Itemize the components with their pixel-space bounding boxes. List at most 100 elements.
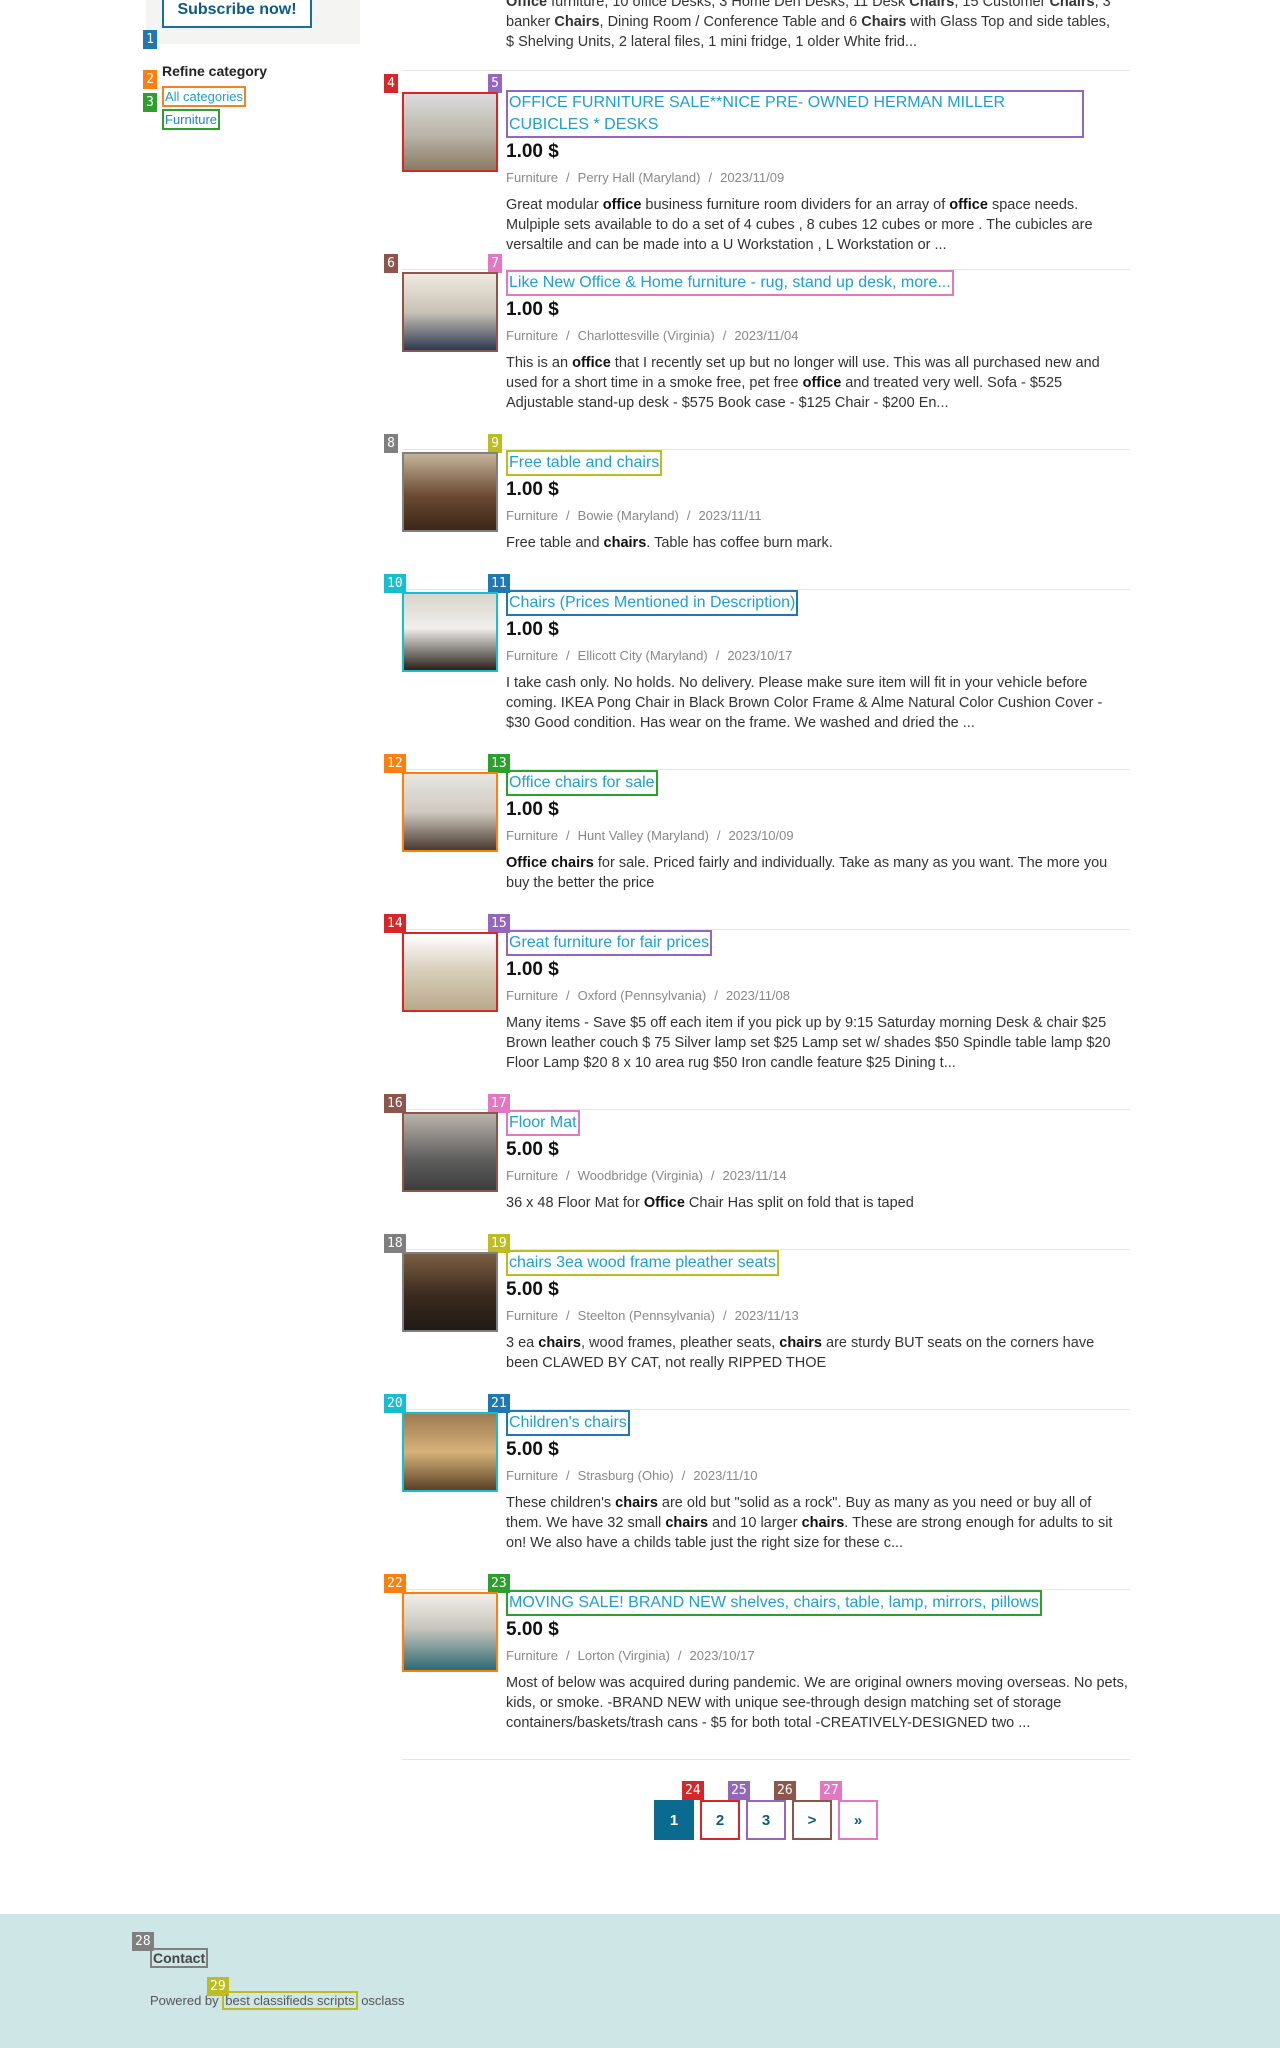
- listing-thumbnail[interactable]: [402, 1112, 498, 1192]
- meta-separator: /: [566, 328, 570, 343]
- listing-thumbnail[interactable]: [402, 772, 498, 852]
- listing-category: Furniture: [506, 648, 559, 663]
- description-text: and 10 larger: [708, 1515, 802, 1531]
- description-text: I take cash only. No holds. No delivery.…: [506, 675, 1103, 731]
- listing-meta: Furniture / Perry Hall (Maryland) / 2023/11/…: [506, 169, 1130, 187]
- listing-date: 2023/10/17: [689, 1648, 755, 1663]
- listing-title-link[interactable]: Floor Mat: [506, 1110, 580, 1136]
- listing-meta: Furniture / Hunt Valley (Maryland) / 2023/10…: [506, 827, 1130, 845]
- marker-badge: 3: [143, 93, 157, 112]
- listing-location: Ellicott City (Maryland): [577, 648, 708, 663]
- next-page-button[interactable]: >: [792, 1800, 832, 1840]
- highlighted-keyword: chairs: [665, 1515, 709, 1531]
- listing-category: Furniture: [506, 1468, 559, 1483]
- listing-date: 2023/10/17: [727, 648, 793, 663]
- listing-price: 1.00 $: [506, 799, 559, 820]
- listing-meta: Furniture / Strasburg (Ohio) / 2023/11/10: [506, 1467, 1130, 1485]
- description-text: 36 x 48 Floor Mat for: [506, 1195, 644, 1211]
- subscribe-button[interactable]: Subscribe now!: [162, 0, 312, 28]
- listing-meta: Furniture / Ellicott City (Maryland) / 2023/…: [506, 647, 1130, 665]
- listing-price: 5.00 $: [506, 1279, 559, 1300]
- all-categories-link[interactable]: All categories: [162, 86, 247, 107]
- marker-badge: 4: [384, 74, 398, 93]
- listing-price: 1.00 $: [506, 299, 559, 320]
- description-text: for sale. Priced fairly and individually…: [506, 855, 1108, 891]
- listing-location: Hunt Valley (Maryland): [577, 828, 709, 843]
- listing-thumbnail[interactable]: [402, 272, 498, 352]
- previous-listing-description: Office furniture, 10 office Desks, 3 Hom…: [506, 0, 1111, 50]
- description-text: Chair Has split on fold that is taped: [684, 1195, 914, 1211]
- listing-thumbnail[interactable]: [402, 452, 498, 532]
- listing-description: 36 x 48 Floor Mat for Office Chair Has s…: [506, 1193, 1130, 1213]
- listing-item: Children's chairs 5.00 $ Furniture / Strasbu…: [402, 1410, 1130, 1590]
- listing-location: Oxford (Pennsylvania): [577, 988, 707, 1003]
- listing-location: Steelton (Pennsylvania): [577, 1308, 715, 1323]
- listing-thumbnail[interactable]: [402, 932, 498, 1012]
- meta-separator: /: [710, 1168, 715, 1183]
- listing-description: This is an office that I recently set up…: [506, 353, 1130, 413]
- meta-separator: /: [716, 828, 721, 843]
- description-text: . Table has coffee burn mark.: [646, 535, 833, 551]
- page-3-button[interactable]: 3: [746, 1800, 786, 1840]
- highlighted-keyword: Office chairs: [506, 855, 594, 871]
- listing-title-link[interactable]: Chairs (Prices Mentioned in Description): [506, 590, 799, 616]
- listing-location: Strasburg (Ohio): [577, 1468, 674, 1483]
- page-1-button[interactable]: 1: [654, 1800, 694, 1840]
- listing-title-link[interactable]: OFFICE FURNITURE SALE**NICE PRE- OWNED H…: [506, 90, 1084, 138]
- listing-title-link[interactable]: MOVING SALE! BRAND NEW shelves, chairs, …: [506, 1590, 1042, 1616]
- listing-category: Furniture: [506, 170, 559, 185]
- description-text: business furniture room dividers for an …: [641, 197, 950, 213]
- marker-badge: 2: [143, 70, 157, 89]
- listing-thumbnail[interactable]: [402, 1412, 498, 1492]
- highlighted-keyword: Office: [643, 1195, 685, 1211]
- listing-content: OFFICE FURNITURE SALE**NICE PRE- OWNED H…: [506, 90, 1130, 255]
- marker-badge: 25: [728, 1781, 750, 1800]
- meta-separator: /: [681, 1468, 686, 1483]
- listing-title-link[interactable]: Office chairs for sale: [506, 770, 658, 796]
- meta-separator: /: [677, 1648, 682, 1663]
- listing-description: 3 ea chairs, wood frames, pleather seats…: [506, 1333, 1130, 1373]
- listing-meta: Furniture / Oxford (Pennsylvania) / 2023/11/…: [506, 987, 1130, 1005]
- marker-badge: 26: [774, 1781, 796, 1800]
- listing-meta: Furniture / Charlottesville (Virginia) / 202…: [506, 327, 1130, 345]
- listing-thumbnail[interactable]: [402, 1252, 498, 1332]
- meta-separator: /: [566, 1168, 570, 1183]
- listing-title-link[interactable]: Free table and chairs: [506, 450, 663, 476]
- listing-title-link[interactable]: chairs 3ea wood frame pleather seats: [506, 1250, 779, 1276]
- listing-description: Free table and chairs. Table has coffee …: [506, 533, 1130, 553]
- listing-content: Great furniture for fair prices 1.00 $ Fur…: [506, 930, 1130, 1073]
- highlighted-keyword: chairs: [615, 1495, 658, 1511]
- listing-content: Office chairs for sale 1.00 $ Furniture / Hu…: [506, 770, 1130, 893]
- listing-item: Office chairs for sale 1.00 $ Furniture / Hu…: [402, 770, 1130, 930]
- listing-item: MOVING SALE! BRAND NEW shelves, chairs, …: [402, 1590, 1130, 1760]
- listing-location: Bowie (Maryland): [577, 508, 679, 523]
- listing-content: Chairs (Prices Mentioned in Description)…: [506, 590, 1130, 733]
- meta-separator: /: [566, 1468, 570, 1483]
- listing-thumbnail[interactable]: [402, 92, 498, 172]
- listing-price: 1.00 $: [506, 141, 559, 162]
- listing-item: Chairs (Prices Mentioned in Description)…: [402, 590, 1130, 770]
- marker-badge: 27: [820, 1781, 842, 1800]
- listing-location: Perry Hall (Maryland): [577, 170, 701, 185]
- highlighted-keyword: office: [602, 197, 642, 213]
- listing-title-link[interactable]: Great furniture for fair prices: [506, 930, 713, 956]
- listing-location: Lorton (Virginia): [577, 1648, 670, 1663]
- listing-thumbnail[interactable]: [402, 592, 498, 672]
- meta-separator: /: [566, 828, 570, 843]
- listing-title-link[interactable]: Children's chairs: [506, 1410, 630, 1436]
- listing-thumbnail[interactable]: [402, 1592, 498, 1672]
- description-text: Great modular: [506, 197, 603, 213]
- page-2-button[interactable]: 2: [700, 1800, 740, 1840]
- listing-photo: [404, 1594, 496, 1670]
- highlighted-keyword: chairs: [779, 1335, 822, 1351]
- listing-date: 2023/11/08: [725, 988, 791, 1003]
- meta-separator: /: [722, 328, 727, 343]
- furniture-category-link[interactable]: Furniture: [162, 109, 221, 130]
- refine-category-heading: Refine category: [162, 63, 268, 79]
- listing-title-link[interactable]: Like New Office & Home furniture - rug, …: [506, 270, 954, 296]
- last-page-button[interactable]: »: [838, 1800, 878, 1840]
- listing-content: MOVING SALE! BRAND NEW shelves, chairs, …: [506, 1590, 1130, 1733]
- osclass-link[interactable]: best classifieds scripts: [222, 1991, 358, 2010]
- contact-link[interactable]: Contact: [150, 1948, 209, 1968]
- highlighted-keyword: office: [802, 375, 842, 391]
